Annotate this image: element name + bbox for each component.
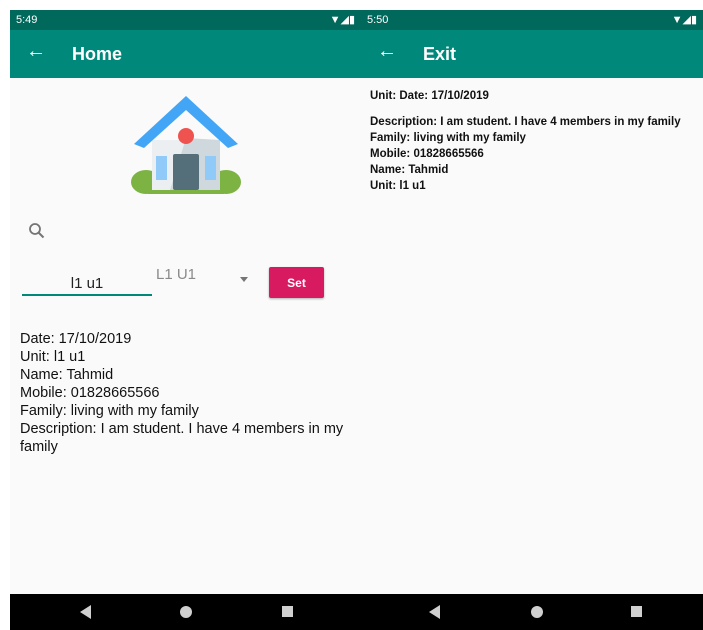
detail-family: Family: living with my family bbox=[20, 403, 199, 419]
app-bar: ← Home bbox=[10, 30, 361, 78]
status-bar: 5:50 ▼◢▮ bbox=[361, 10, 703, 30]
status-bar: 5:49 ▼◢▮ bbox=[10, 10, 361, 30]
unit-spinner[interactable]: L1 U1 bbox=[156, 265, 256, 295]
nav-home-icon[interactable] bbox=[180, 606, 192, 618]
detail-unit: Unit: l1 u1 bbox=[20, 349, 86, 365]
nav-back-icon[interactable] bbox=[429, 605, 440, 619]
battery-icon: ▮ bbox=[348, 14, 355, 26]
status-icons: ▼◢▮ bbox=[672, 13, 697, 26]
house-icon bbox=[131, 96, 241, 194]
search-icon[interactable] bbox=[28, 222, 46, 240]
exit-details: Unit: Date: 17/10/2019 Description: I am… bbox=[370, 88, 700, 194]
nav-recents-icon[interactable] bbox=[282, 606, 293, 617]
page-title: Home bbox=[72, 44, 123, 64]
detail-date: Date: 17/10/2019 bbox=[20, 331, 132, 347]
detail-name: Name: Tahmid bbox=[20, 367, 114, 383]
detail-mobile: Mobile: 01828665566 bbox=[20, 385, 160, 401]
navigation-bar bbox=[361, 594, 703, 630]
navigation-bar bbox=[10, 594, 361, 630]
dropdown-caret-icon bbox=[240, 277, 248, 282]
nav-back-icon[interactable] bbox=[80, 605, 91, 619]
battery-icon: ▮ bbox=[690, 14, 697, 26]
set-button[interactable]: Set bbox=[269, 267, 324, 298]
detail-description: Description: I am student. I have 4 memb… bbox=[20, 421, 344, 455]
exit-description: Description: I am student. I have 4 memb… bbox=[370, 116, 681, 128]
status-icons: ▼◢▮ bbox=[330, 13, 355, 26]
back-arrow-icon[interactable]: ← bbox=[26, 40, 46, 63]
signal-icon: ◢ bbox=[682, 14, 691, 26]
details-text: Date: 17/10/2019 Unit: l1 u1 Name: Tahmi… bbox=[20, 330, 345, 456]
nav-home-icon[interactable] bbox=[531, 606, 543, 618]
wifi-icon: ▼ bbox=[671, 14, 683, 26]
home-screen: 5:49 ▼◢▮ ← Home L1 U1 Set Date: 17/10/20… bbox=[10, 10, 361, 630]
exit-screen: 5:50 ▼◢▮ ← Exit Unit: Date: 17/10/2019 D… bbox=[361, 10, 703, 630]
page-title: Exit bbox=[423, 44, 457, 64]
wifi-icon: ▼ bbox=[329, 14, 341, 26]
back-arrow-icon[interactable]: ← bbox=[377, 40, 397, 63]
exit-mobile: Mobile: 01828665566 bbox=[370, 148, 484, 160]
exit-first-line: Unit: Date: 17/10/2019 bbox=[370, 90, 489, 102]
app-bar: ← Exit bbox=[361, 30, 703, 78]
exit-unit: Unit: l1 u1 bbox=[370, 180, 426, 192]
status-time: 5:50 bbox=[367, 14, 389, 26]
status-time: 5:49 bbox=[16, 14, 38, 26]
signal-icon: ◢ bbox=[340, 14, 349, 26]
exit-name: Name: Tahmid bbox=[370, 164, 449, 176]
nav-recents-icon[interactable] bbox=[631, 606, 642, 617]
exit-family: Family: living with my family bbox=[370, 132, 526, 144]
unit-input[interactable] bbox=[22, 272, 152, 296]
spinner-selected-value: L1 U1 bbox=[156, 266, 197, 283]
